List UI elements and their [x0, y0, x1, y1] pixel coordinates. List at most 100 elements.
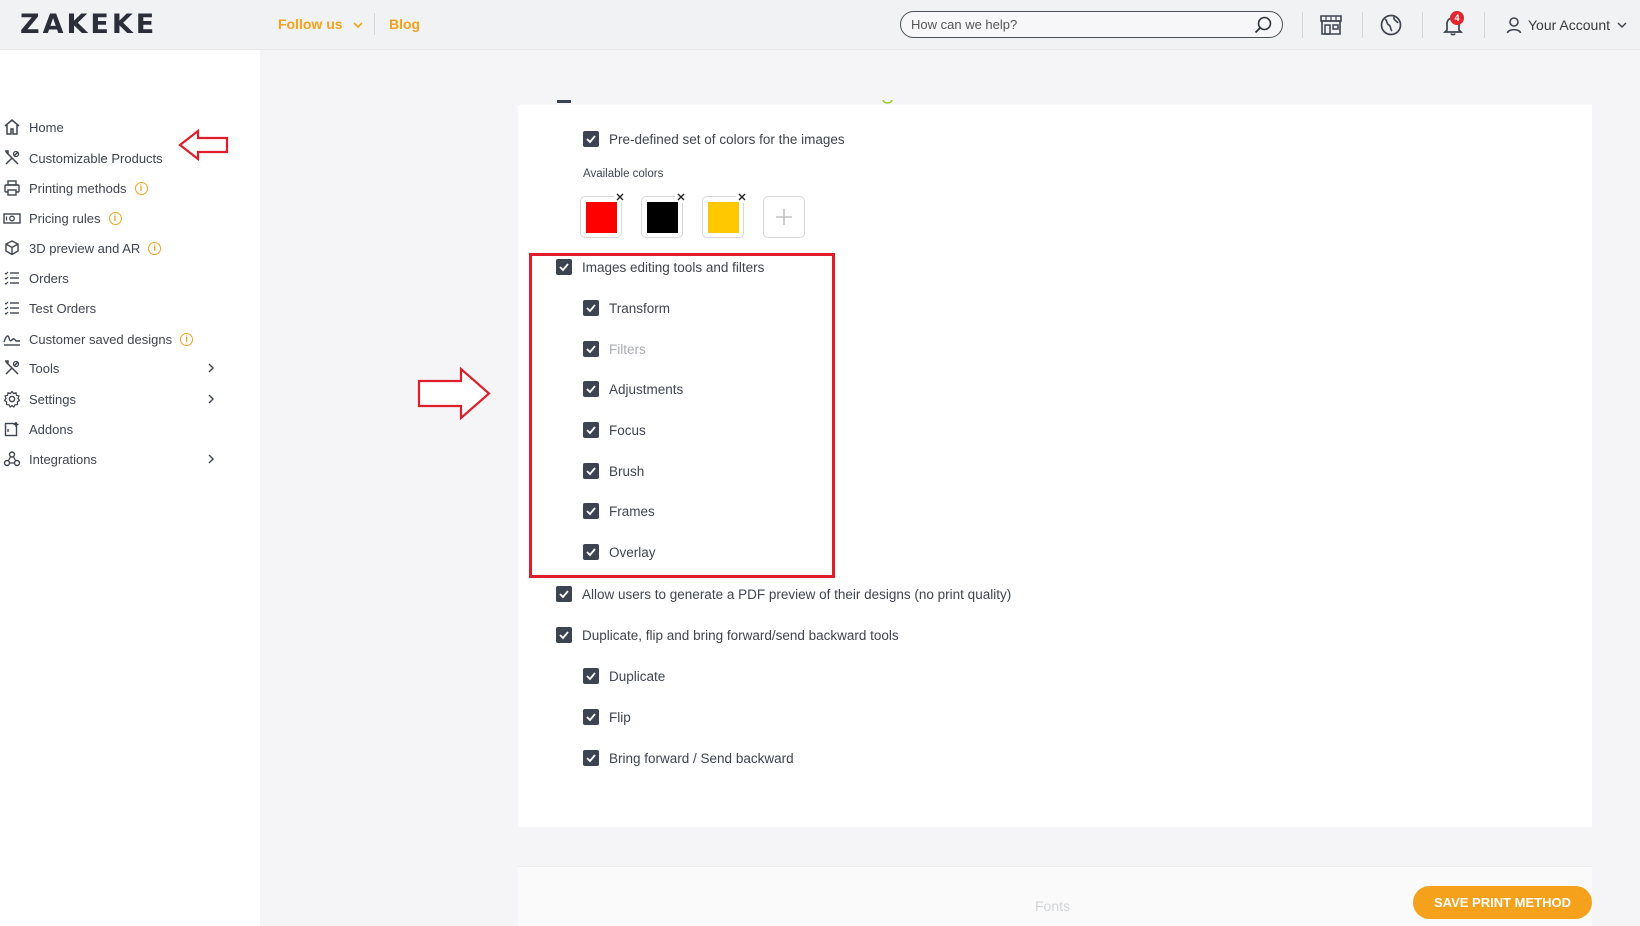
- account-label: Your Account: [1528, 17, 1610, 33]
- checkbox-label: Duplicate: [609, 668, 666, 684]
- overlay-checkbox[interactable]: Overlay: [583, 541, 656, 563]
- divider: [1484, 12, 1485, 38]
- sidebar-item-label: 3D preview and AR: [29, 240, 141, 256]
- flip-checkbox[interactable]: Flip: [583, 706, 631, 728]
- zakeke-logo[interactable]: ZAKEKE: [20, 9, 157, 40]
- checkbox-label: Brush: [609, 463, 645, 479]
- divider: [1422, 12, 1423, 38]
- sidebar-item-label: Settings: [29, 391, 76, 407]
- checkbox[interactable]: [583, 503, 599, 519]
- sidebar-item-orders[interactable]: Orders: [0, 266, 230, 290]
- store-icon[interactable]: [1318, 12, 1344, 38]
- checkbox[interactable]: [556, 627, 572, 643]
- chevron-down-icon: [1617, 22, 1627, 29]
- divider: [1302, 12, 1303, 38]
- notification-badge: 4: [1450, 11, 1464, 25]
- account-menu[interactable]: Your Account: [1506, 15, 1628, 35]
- cube-icon: [5, 240, 19, 256]
- sidebar-item-label: Customer saved designs: [29, 331, 173, 347]
- sidebar-item-customer-saved-designs[interactable]: Customer saved designs i: [0, 327, 230, 351]
- bring-forward-checkbox[interactable]: Bring forward / Send backward: [583, 747, 794, 769]
- search-box: [900, 11, 1283, 38]
- close-icon[interactable]: [674, 190, 688, 204]
- filters-checkbox[interactable]: Filters: [583, 338, 646, 360]
- sidebar-item-label: Addons: [29, 421, 74, 437]
- image-tools-checkbox[interactable]: Images editing tools and filters: [556, 256, 764, 278]
- color-fill: [647, 202, 678, 233]
- duplicate-tools-checkbox[interactable]: Duplicate, flip and bring forward/send b…: [556, 624, 899, 646]
- color-swatch-yellow[interactable]: [702, 191, 748, 238]
- checkbox-label: Images editing tools and filters: [582, 259, 765, 275]
- sidebar-item-integrations[interactable]: Integrations: [0, 447, 230, 471]
- adjustments-checkbox[interactable]: Adjustments: [583, 378, 683, 400]
- checkbox-label: Adjustments: [609, 381, 684, 397]
- divider: [1362, 12, 1363, 38]
- sidebar-item-label: Printing methods: [29, 180, 127, 196]
- color-swatch-black[interactable]: [641, 191, 687, 238]
- divider: [374, 13, 375, 35]
- sidebar-item-label: Customizable Products: [29, 150, 163, 166]
- sidebar: Home Customizable Products Printing meth…: [0, 50, 260, 926]
- search-icon[interactable]: [1253, 15, 1273, 35]
- info-icon[interactable]: i: [134, 181, 148, 195]
- close-icon[interactable]: [613, 190, 627, 204]
- info-icon[interactable]: i: [148, 241, 162, 255]
- home-icon: [4, 119, 20, 135]
- fonts-heading: Fonts: [1035, 898, 1071, 914]
- checkbox[interactable]: [583, 300, 599, 316]
- partial-icon: [882, 100, 893, 104]
- checkbox[interactable]: [556, 259, 572, 275]
- sidebar-item-pricing-rules[interactable]: Pricing rules i: [0, 206, 230, 230]
- checkbox[interactable]: [583, 544, 599, 560]
- tools-icon: [5, 150, 20, 165]
- globe-icon[interactable]: [1378, 12, 1404, 38]
- list-icon: [4, 301, 19, 315]
- checkbox[interactable]: [556, 586, 572, 602]
- sidebar-item-test-orders[interactable]: Test Orders: [0, 296, 230, 320]
- checkbox[interactable]: [583, 463, 599, 479]
- checkbox[interactable]: [583, 422, 599, 438]
- annotation-arrow-right: [417, 366, 491, 421]
- checkbox[interactable]: [583, 131, 599, 147]
- integrations-icon: [3, 451, 21, 467]
- sidebar-item-label: Orders: [29, 270, 69, 286]
- close-icon[interactable]: [735, 190, 749, 204]
- checkbox-label: Duplicate, flip and bring forward/send b…: [582, 627, 899, 643]
- transform-checkbox[interactable]: Transform: [583, 297, 670, 319]
- checkbox[interactable]: [583, 381, 599, 397]
- chevron-down-icon[interactable]: [352, 19, 364, 31]
- color-swatch-red[interactable]: [580, 191, 626, 238]
- checkbox-label: Filters: [609, 341, 646, 357]
- sidebar-item-tools[interactable]: Tools: [0, 356, 230, 380]
- follow-us-link[interactable]: Follow us: [278, 16, 343, 32]
- sidebar-item-printing-methods[interactable]: Printing methods i: [0, 176, 230, 200]
- checkbox[interactable]: [583, 341, 599, 357]
- frames-checkbox[interactable]: Frames: [583, 500, 655, 522]
- focus-checkbox[interactable]: Focus: [583, 419, 646, 441]
- brush-checkbox[interactable]: Brush: [583, 460, 644, 482]
- checkbox[interactable]: [583, 668, 599, 684]
- sidebar-item-settings[interactable]: Settings: [0, 387, 230, 411]
- save-print-method-button[interactable]: SAVE PRINT METHOD: [1413, 886, 1592, 919]
- color-fill: [708, 202, 739, 233]
- predefined-colors-checkbox[interactable]: Pre-defined set of colors for the images: [583, 128, 845, 150]
- sidebar-item-3d-preview[interactable]: 3D preview and AR i: [0, 236, 230, 260]
- checkbox-label: Flip: [609, 709, 631, 725]
- info-icon[interactable]: i: [180, 332, 194, 346]
- checkbox[interactable]: [583, 750, 599, 766]
- chevron-right-icon: [208, 454, 214, 464]
- user-icon: [1506, 17, 1522, 34]
- checkbox[interactable]: [583, 709, 599, 725]
- annotation-highlight-box: [529, 253, 835, 578]
- duplicate-checkbox[interactable]: Duplicate: [583, 665, 665, 687]
- sidebar-item-label: Tools: [29, 360, 60, 376]
- info-icon[interactable]: i: [108, 211, 122, 225]
- chevron-right-icon: [208, 363, 214, 373]
- chevron-right-icon: [208, 394, 214, 404]
- search-input[interactable]: [911, 15, 1231, 34]
- sidebar-item-addons[interactable]: Addons: [0, 417, 230, 441]
- add-color-button[interactable]: [763, 196, 805, 238]
- sidebar-item-label: Home: [29, 119, 64, 135]
- pdf-preview-checkbox[interactable]: Allow users to generate a PDF preview of…: [556, 583, 1011, 605]
- blog-link[interactable]: Blog: [389, 16, 420, 32]
